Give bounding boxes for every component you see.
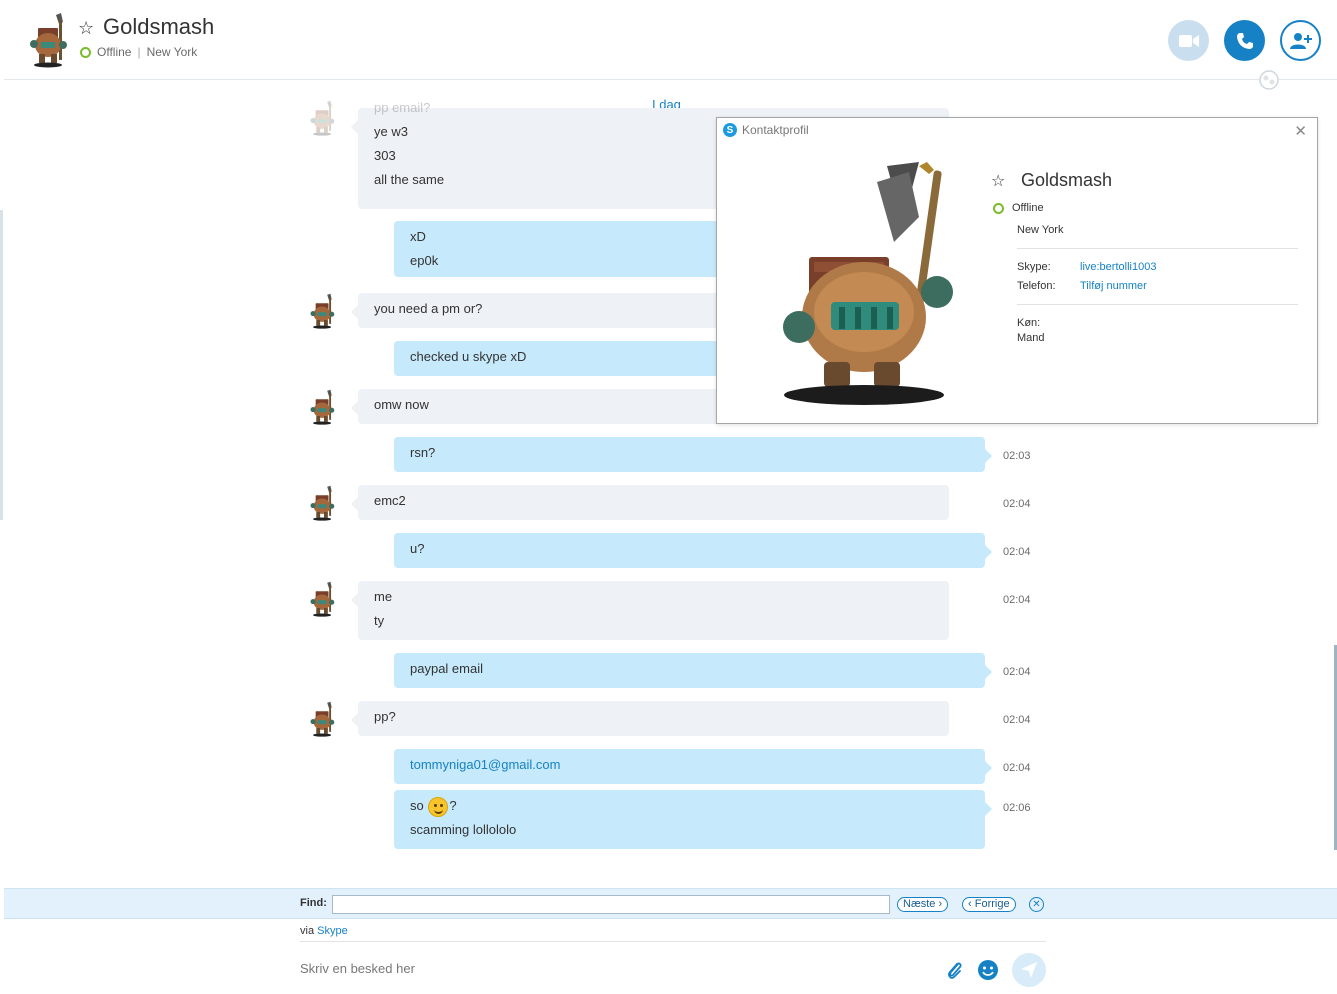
add-people-button[interactable]	[1280, 20, 1321, 61]
send-icon	[1021, 962, 1037, 978]
outgoing-message[interactable]: tommyniga01@gmail.com	[394, 749, 992, 784]
sender-avatar[interactable]	[307, 581, 341, 617]
message-timestamp: 02:04	[1003, 546, 1031, 558]
message-text: ?	[449, 798, 457, 813]
conversation-header: ☆ Goldsmash Offline | New York	[4, 0, 1337, 80]
find-previous-button[interactable]: ‹ Forrige	[962, 897, 1016, 912]
find-previous-label: Forrige	[974, 898, 1010, 910]
compose-divider	[300, 941, 1046, 942]
via-skype-link[interactable]: Skype	[317, 925, 348, 937]
message-timestamp: 02:04	[1003, 714, 1031, 726]
video-call-button[interactable]	[1168, 20, 1209, 61]
via-prefix: via	[300, 925, 315, 937]
sender-avatar[interactable]	[307, 701, 341, 737]
profile-location: New York	[1017, 224, 1064, 236]
outgoing-message[interactable]: paypal email	[394, 653, 992, 688]
video-camera-icon	[1178, 34, 1199, 47]
close-icon[interactable]: ✕	[1294, 122, 1307, 140]
outgoing-message[interactable]: u?	[394, 533, 992, 568]
message-line: u?	[410, 541, 425, 556]
message-line-with-emoji: so ?	[410, 794, 969, 818]
send-button[interactable]	[1012, 953, 1046, 987]
attach-file-icon[interactable]	[944, 959, 966, 981]
offline-status-icon	[993, 202, 1004, 214]
contact-profile-window: S Kontaktprofil ✕ ☆ Goldsmash Offline Ne…	[716, 117, 1318, 424]
sender-avatar[interactable]	[307, 485, 341, 521]
favorite-star-icon[interactable]: ☆	[991, 171, 1005, 191]
find-input[interactable]	[332, 895, 890, 914]
message-timestamp: 02:04	[1003, 594, 1031, 606]
find-bar: Find: Næste › ‹ Forrige ✕	[4, 888, 1337, 919]
add-phone-link[interactable]: Tilføj nummer	[1080, 280, 1147, 292]
email-link[interactable]: tommyniga01@gmail.com	[410, 753, 969, 777]
contact-location: New York	[146, 45, 198, 59]
profile-titlebar[interactable]: S Kontaktprofil	[717, 118, 1317, 142]
sender-avatar[interactable]	[307, 100, 341, 136]
audio-call-button[interactable]	[1224, 20, 1265, 61]
message-text: so	[410, 798, 424, 813]
message-line: paypal email	[410, 661, 483, 676]
message-timestamp: 02:03	[1003, 450, 1031, 462]
contact-status-row: Offline | New York	[80, 45, 197, 59]
message-timestamp: 02:04	[1003, 762, 1031, 774]
message-timestamp: 02:04	[1003, 498, 1031, 510]
profile-window-title: Kontaktprofil	[742, 123, 809, 137]
skype-id-value[interactable]: live:bertolli1003	[1080, 261, 1156, 273]
emoticon-picker-icon[interactable]	[977, 959, 999, 981]
favorite-star-icon[interactable]: ☆	[78, 18, 94, 39]
find-next-button[interactable]: Næste ›	[897, 897, 949, 912]
find-label: Find:	[300, 897, 327, 909]
message-timestamp: 02:06	[1003, 802, 1031, 814]
contact-name[interactable]: Goldsmash	[103, 14, 214, 40]
status-separator: |	[137, 45, 141, 59]
find-close-icon[interactable]: ✕	[1029, 897, 1044, 912]
message-line: scamming lollololo	[410, 822, 517, 837]
profile-name: Goldsmash	[1021, 170, 1113, 190]
message-timestamp: 02:04	[1003, 666, 1031, 678]
message-input[interactable]: Skriv en besked her	[300, 961, 415, 976]
gender-label: Køn:	[1017, 317, 1041, 329]
contact-avatar[interactable]	[26, 12, 76, 68]
profile-picture	[783, 162, 953, 405]
via-line: via Skype	[300, 925, 348, 937]
add-person-icon	[1289, 32, 1312, 49]
profile-status: Offline	[1012, 202, 1044, 214]
outgoing-message[interactable]: rsn?	[394, 437, 992, 472]
skype-logo-icon: S	[723, 123, 737, 137]
incoming-message[interactable]: pp?	[351, 701, 949, 736]
offline-status-icon	[80, 46, 91, 58]
phone-label: Telefon:	[1017, 280, 1056, 292]
smile-emoji-icon[interactable]	[428, 796, 449, 817]
incoming-message[interactable]: emc2	[351, 485, 949, 520]
message-line: rsn?	[410, 445, 436, 460]
sender-avatar[interactable]	[307, 389, 341, 425]
incoming-message[interactable]: me ty	[351, 581, 949, 640]
sender-avatar[interactable]	[307, 293, 341, 329]
message-line: ty	[374, 613, 385, 628]
outgoing-message[interactable]: so ? scamming lollololo	[394, 790, 992, 849]
gender-value: Mand	[1017, 332, 1045, 344]
message-line: emc2	[374, 493, 406, 508]
phone-icon	[1236, 32, 1253, 49]
profile-divider	[1017, 248, 1298, 249]
message-line: me	[374, 589, 393, 604]
profile-divider	[1017, 304, 1298, 305]
contact-status: Offline	[97, 45, 132, 59]
message-line: pp?	[374, 709, 396, 724]
skype-label: Skype:	[1017, 261, 1051, 273]
profile-status-row: Offline	[993, 202, 1044, 214]
find-next-label: Næste	[903, 898, 936, 910]
